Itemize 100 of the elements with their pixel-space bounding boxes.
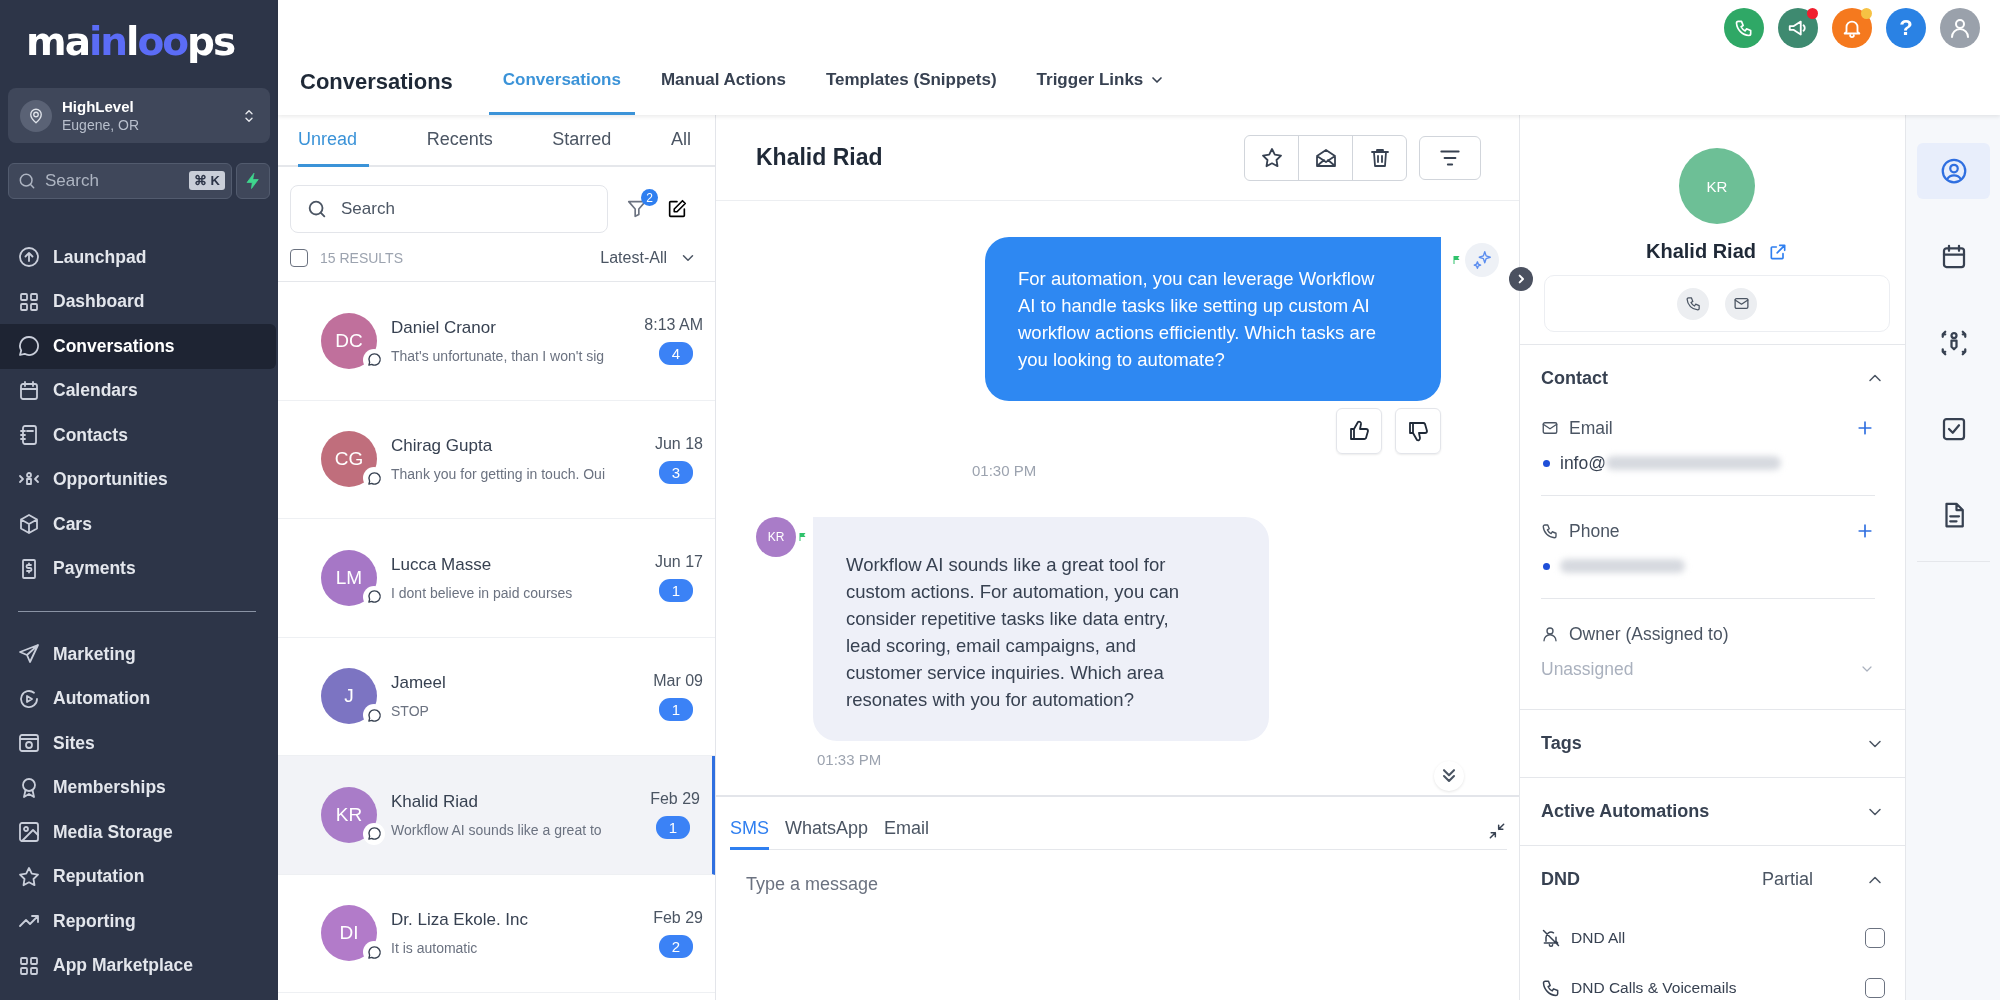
- select-all-checkbox[interactable]: [290, 249, 308, 267]
- sidebar-item[interactable]: Memberships: [0, 765, 276, 810]
- arrow-circle-icon: [17, 245, 41, 270]
- message-icon: [366, 944, 382, 960]
- unread-badge: 2: [659, 934, 693, 958]
- sidebar-item[interactable]: Payments: [0, 546, 276, 591]
- sidebar-item[interactable]: Contacts: [0, 413, 276, 458]
- sort-dropdown[interactable]: Latest-All: [600, 249, 697, 267]
- field-label: Phone: [1569, 520, 1620, 542]
- sidebar-item[interactable]: Marketing: [0, 632, 276, 677]
- dnd-option-label: DND All: [1571, 929, 1626, 947]
- dnd-status: Partial: [1761, 869, 1813, 890]
- notifications-button[interactable]: [1832, 8, 1872, 48]
- message-time: Feb 29: [653, 908, 703, 927]
- unread-badge: 1: [659, 697, 693, 721]
- filter-count-badge: 2: [641, 189, 658, 206]
- mail-icon: [1732, 295, 1750, 312]
- channel-tab[interactable]: WhatsApp: [785, 818, 869, 850]
- message-time: 01:33 PM: [817, 751, 883, 768]
- contact-name: Khalid Riad: [1646, 240, 1756, 263]
- thumbs-down-icon: [1406, 419, 1430, 443]
- quick-action-button[interactable]: [236, 163, 270, 199]
- conversation-item[interactable]: DC Daniel Cranor That's unfortunate, than I won't sig 8:13 AM 4: [278, 282, 715, 401]
- filter-tab[interactable]: All: [668, 115, 693, 167]
- contact-avatar: DI: [321, 905, 377, 962]
- filter-tab[interactable]: Recents: [424, 115, 495, 167]
- sender-avatar: KR: [756, 517, 796, 557]
- sidebar-item[interactable]: Conversations: [0, 324, 276, 369]
- sidebar-item[interactable]: Opportunities: [0, 457, 276, 502]
- external-link-icon[interactable]: [1768, 241, 1788, 262]
- sidebar-item[interactable]: Reputation: [0, 854, 276, 899]
- edit-icon[interactable]: [666, 198, 688, 220]
- filter-button[interactable]: [1419, 135, 1481, 180]
- phone-button[interactable]: [1724, 8, 1764, 48]
- panel-toggle-button[interactable]: [1509, 267, 1533, 291]
- lightning-icon: [244, 172, 262, 190]
- help-button[interactable]: ?: [1886, 8, 1926, 48]
- contact-avatar: KR: [321, 786, 377, 843]
- nav-tab[interactable]: Trigger Links: [1022, 70, 1180, 115]
- sidebar-item[interactable]: Dashboard: [0, 279, 276, 324]
- sidebar-item[interactable]: Reporting: [0, 899, 276, 944]
- dnd-option-label: DND Calls & Voicemails: [1571, 979, 1737, 997]
- dnd-checkbox[interactable]: [1865, 978, 1885, 998]
- calendar-icon: [17, 378, 41, 403]
- panel-tab[interactable]: [1917, 143, 1990, 199]
- contact-name: Chirag Gupta: [391, 436, 494, 457]
- thumbs-up-button[interactable]: [1336, 408, 1382, 454]
- contact-avatar: CG: [321, 431, 377, 488]
- user-avatar[interactable]: [1940, 8, 1980, 48]
- call-button[interactable]: [1677, 287, 1709, 320]
- conversation-item[interactable]: DI Dr. Liza Ekole. Inc It is automatic Feb 29 2: [278, 874, 715, 993]
- message-icon: [366, 826, 382, 842]
- cube-icon: [17, 512, 41, 537]
- contact-avatar: KR: [1679, 148, 1755, 224]
- contact-name: Jameel: [391, 673, 447, 694]
- message-icon: [366, 707, 382, 723]
- section-title: Active Automations: [1541, 801, 1711, 822]
- dnd-checkbox[interactable]: [1865, 928, 1885, 948]
- phone-icon: [1684, 295, 1702, 312]
- scroll-down-button[interactable]: [1434, 761, 1464, 791]
- unread-badge: 4: [659, 342, 693, 366]
- message-bubble: Workflow AI sounds like a great tool for custom actions. For automation, you can consider repetitive tasks like data entry, lead scoring, email campaigns, and customer service inquiries. Which area resonates with you for automation?: [813, 517, 1269, 741]
- email-button[interactable]: [1725, 287, 1757, 320]
- phone-icon: [1734, 18, 1754, 38]
- sidebar-item[interactable]: Calendars: [0, 368, 276, 413]
- conversation-item[interactable]: LM Lucca Masse I dont believe in paid courses Jun 17 1: [278, 519, 715, 638]
- phone-icon: [1541, 522, 1559, 540]
- message-preview: Thank you for getting in touch. Oui: [391, 466, 606, 483]
- search-icon: [17, 171, 37, 191]
- person-icon: [1541, 625, 1559, 643]
- announcements-button[interactable]: [1778, 8, 1818, 48]
- sidebar-item[interactable]: Cars: [0, 502, 276, 547]
- message-time: Mar 09: [653, 671, 703, 690]
- sidebar-item[interactable]: App Marketplace: [0, 943, 276, 988]
- section-title: Contact: [1541, 367, 1609, 389]
- sidebar-item[interactable]: Launchpad: [0, 235, 276, 280]
- message-preview: It is automatic: [391, 940, 479, 957]
- bullet-dot: [1543, 562, 1550, 570]
- pin-icon: [27, 106, 45, 125]
- collapse-icon[interactable]: [1487, 821, 1507, 841]
- search-icon: [306, 198, 328, 220]
- conversation-item[interactable]: KR Khalid Riad Workflow AI sounds like a great to Feb 29 1: [278, 756, 715, 875]
- nav-tab[interactable]: Manual Actions: [646, 70, 800, 115]
- account-switcher[interactable]: HighLevel Eugene, OR: [8, 88, 270, 143]
- thumbs-down-button[interactable]: [1395, 408, 1441, 454]
- sidebar-item[interactable]: Media Storage: [0, 810, 276, 855]
- nav-tab[interactable]: Templates (Snippets): [811, 70, 1011, 115]
- message-time: Jun 17: [654, 553, 703, 572]
- bullet-dot: [1543, 459, 1550, 467]
- image-icon: [17, 820, 41, 845]
- message-time: Jun 18: [654, 434, 703, 453]
- message-preview: That's unfortunate, than I won't sig: [391, 347, 606, 364]
- contact-avatar: J: [321, 668, 377, 725]
- filter-tab[interactable]: Starred: [550, 115, 614, 167]
- sidebar-item[interactable]: Sites: [0, 721, 276, 766]
- channel-tab[interactable]: Email: [884, 818, 930, 850]
- section-title: DND: [1541, 869, 1581, 890]
- conversation-item[interactable]: CG Chirag Gupta Thank you for getting in touch. Oui Jun 18 3: [278, 400, 715, 519]
- sidebar-item[interactable]: Automation: [0, 676, 276, 721]
- sparkle-icon[interactable]: [1471, 249, 1493, 271]
